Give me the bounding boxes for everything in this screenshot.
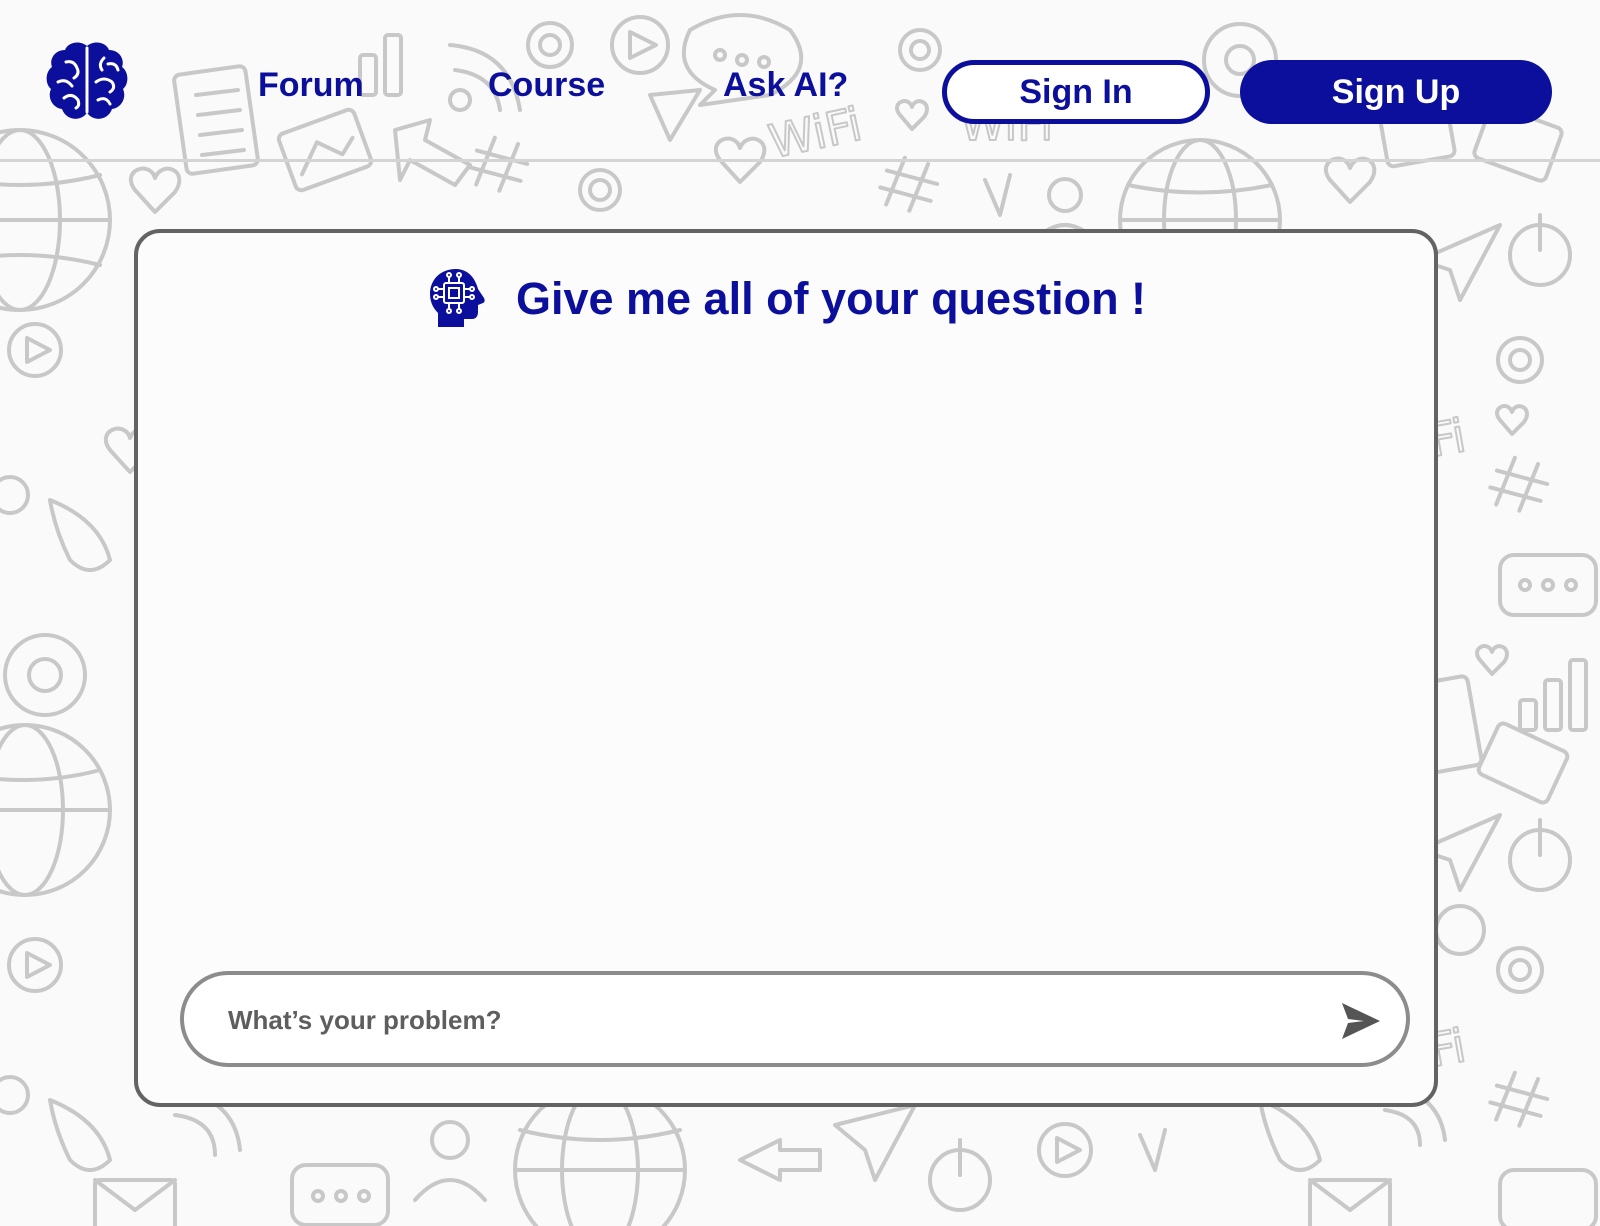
chat-messages-area (178, 353, 1394, 953)
sign-in-button[interactable]: Sign In (942, 60, 1210, 124)
sign-up-button[interactable]: Sign Up (1240, 60, 1552, 124)
nav-link-ask-ai[interactable]: Ask AI? (723, 68, 848, 102)
ai-head-icon (429, 269, 485, 327)
sign-in-label: Sign In (1019, 73, 1133, 111)
ai-chat-panel: Give me all of your question ! (134, 229, 1438, 1107)
nav-link-forum[interactable]: Forum (258, 68, 364, 102)
question-input-bar (180, 971, 1410, 1067)
chat-header: Give me all of your question ! (138, 263, 1434, 333)
sign-up-label: Sign Up (1331, 73, 1461, 111)
brain-icon[interactable] (44, 40, 130, 124)
chat-title: Give me all of your question ! (515, 272, 1147, 324)
question-input[interactable] (226, 993, 1290, 1047)
nav-link-course[interactable]: Course (488, 68, 605, 102)
top-navbar: Forum Course Ask AI? Sign In Sign Up (0, 0, 1600, 160)
send-icon[interactable] (1338, 999, 1382, 1043)
header-divider (0, 159, 1600, 162)
